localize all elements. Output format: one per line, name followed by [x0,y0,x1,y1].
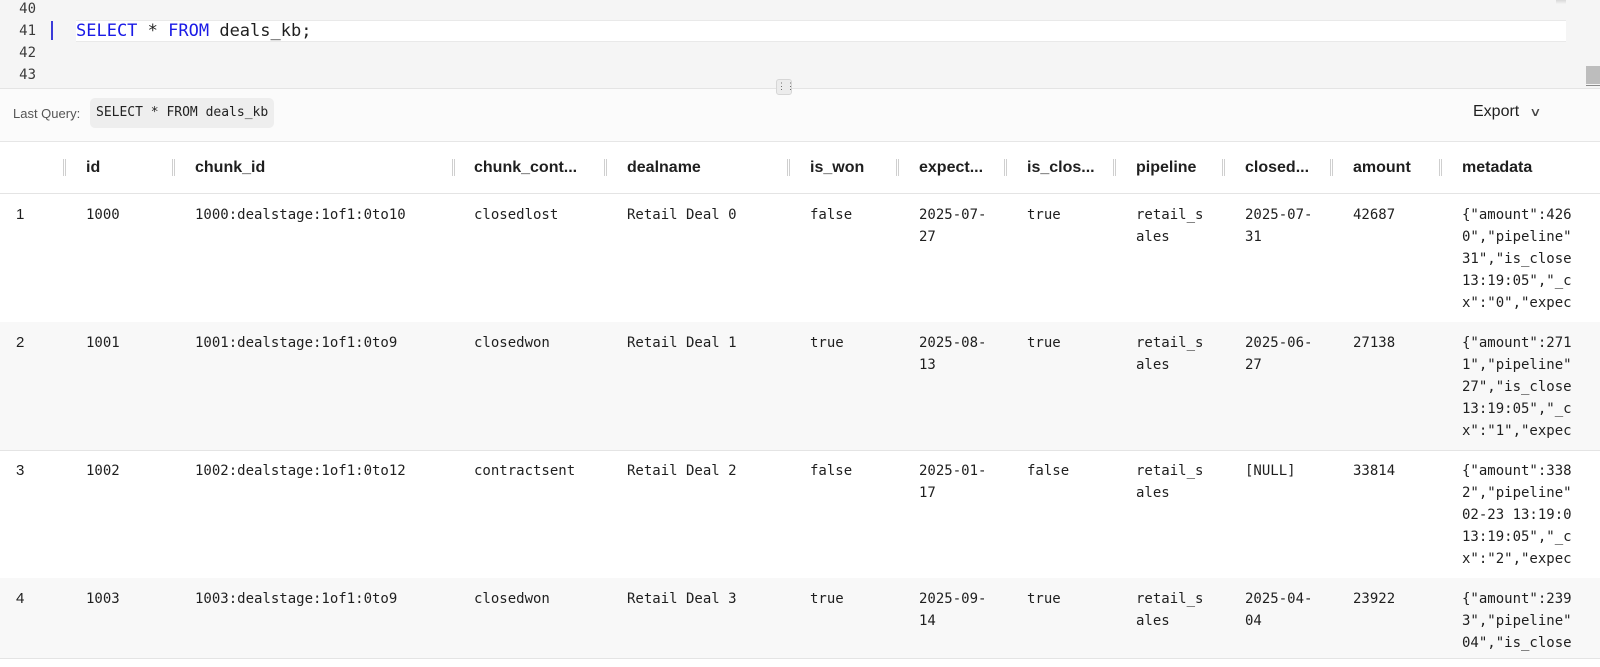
line-number: 40 [19,1,36,17]
cell-id[interactable]: 1000 [86,204,120,226]
table-row[interactable]: 4 1003 1003:dealstage:1of1:0to9 closedwo… [0,578,1600,659]
export-button[interactable]: Export ∨ [1473,103,1542,121]
line-number: 42 [19,45,36,61]
cell-is-won[interactable]: false [810,460,852,482]
last-query-bar: Last Query: SELECT * FROM deals_kb Expor… [0,89,1600,142]
cell-dealname[interactable]: Retail Deal 3 [627,588,737,610]
cell-chunk-content[interactable]: closedlost [474,204,558,226]
column-resize-handle[interactable] [1439,159,1442,176]
column-resize-handle[interactable] [1113,159,1116,176]
column-header-closed[interactable]: closed... [1245,142,1309,193]
column-resize-handle[interactable] [604,159,607,176]
cell-expected[interactable]: 2025-01- 17 [919,460,986,504]
cell-chunk-content[interactable]: closedwon [474,332,550,354]
cell-is-won[interactable]: true [810,588,844,610]
cell-id[interactable]: 1002 [86,460,120,482]
cell-metadata[interactable]: {"amount":426 0","pipeline" 31","is_clos… [1462,204,1572,314]
cell-metadata[interactable]: {"amount":338 2","pipeline" 02-23 13:19:… [1462,460,1572,570]
table-row[interactable]: 1 1000 1000:dealstage:1of1:0to10 closedl… [0,194,1600,323]
cell-expected[interactable]: 2025-09- 14 [919,588,986,632]
cell-chunk-content[interactable]: contractsent [474,460,575,482]
row-index: 2 [16,334,25,351]
cell-id[interactable]: 1001 [86,332,120,354]
editor-scrollbar-thumb[interactable] [1586,66,1600,84]
column-header-chunk-content[interactable]: chunk_cont... [474,142,577,193]
cell-is-won[interactable]: true [810,332,844,354]
cell-dealname[interactable]: Retail Deal 0 [627,204,737,226]
results-table: id chunk_id chunk_cont... dealname is_wo… [0,142,1600,667]
cell-chunk-id[interactable]: 1000:dealstage:1of1:0to10 [195,204,406,226]
cell-chunk-content[interactable]: closedwon [474,588,550,610]
table-row[interactable]: 2 1001 1001:dealstage:1of1:0to9 closedwo… [0,322,1600,451]
sql-editor[interactable]: 40 41 42 43 SELECT * FROM deals_kb; [0,0,1600,89]
cell-amount[interactable]: 27138 [1353,332,1395,354]
editor-scrollbar-marker [1586,85,1600,86]
code-area[interactable] [76,0,1556,88]
column-resize-handle[interactable] [1222,159,1225,176]
column-header-is-won[interactable]: is_won [810,142,864,193]
cell-amount[interactable]: 23922 [1353,588,1395,610]
cell-is-closed[interactable]: true [1027,332,1061,354]
row-index: 3 [16,462,25,479]
cell-metadata[interactable]: {"amount":271 1","pipeline" 27","is_clos… [1462,332,1572,442]
text-cursor [51,21,53,40]
table-header: id chunk_id chunk_cont... dealname is_wo… [0,142,1600,194]
column-header-amount[interactable]: amount [1353,142,1411,193]
column-resize-handle[interactable] [787,159,790,176]
cell-amount[interactable]: 33814 [1353,460,1395,482]
cell-metadata[interactable]: {"amount":239 3","pipeline" 04","is_clos… [1462,588,1572,654]
cell-closed[interactable]: 2025-06- 27 [1245,332,1312,376]
column-header-chunk-id[interactable]: chunk_id [195,142,265,193]
cell-chunk-id[interactable]: 1002:dealstage:1of1:0to12 [195,460,406,482]
column-resize-handle[interactable] [63,159,66,176]
last-query-label: Last Query: [13,106,81,121]
cell-expected[interactable]: 2025-08- 13 [919,332,986,376]
cell-pipeline[interactable]: retail_s ales [1136,460,1203,504]
column-header-is-closed[interactable]: is_clos... [1027,142,1095,193]
cell-chunk-id[interactable]: 1001:dealstage:1of1:0to9 [195,332,397,354]
cell-is-closed[interactable]: true [1027,204,1061,226]
cell-closed[interactable]: [NULL] [1245,460,1296,482]
row-index: 1 [16,206,25,223]
column-resize-handle[interactable] [1330,159,1333,176]
cell-dealname[interactable]: Retail Deal 2 [627,460,737,482]
column-resize-handle[interactable] [172,159,175,176]
cell-pipeline[interactable]: retail_s ales [1136,204,1203,248]
line-number-gutter: 40 41 42 43 [0,0,76,88]
row-index: 4 [16,590,25,607]
sql-keyword: FROM [168,21,210,41]
cell-expected[interactable]: 2025-07- 27 [919,204,986,248]
table-row[interactable]: 3 1002 1002:dealstage:1of1:0to12 contrac… [0,450,1600,579]
cell-closed[interactable]: 2025-04- 04 [1245,588,1312,632]
chevron-down-icon: ∨ [1529,105,1542,119]
column-header-id[interactable]: id [86,142,100,193]
column-header-dealname[interactable]: dealname [627,142,701,193]
cell-pipeline[interactable]: retail_s ales [1136,588,1203,632]
last-query-chip[interactable]: SELECT * FROM deals_kb [90,98,275,128]
cell-is-closed[interactable]: false [1027,460,1069,482]
column-resize-handle[interactable] [896,159,899,176]
drag-handle-icon[interactable]: ⋮⋮ [776,79,795,95]
cell-amount[interactable]: 42687 [1353,204,1395,226]
cell-id[interactable]: 1003 [86,588,120,610]
cell-chunk-id[interactable]: 1003:dealstage:1of1:0to9 [195,588,397,610]
column-header-metadata[interactable]: metadata [1462,142,1532,193]
column-resize-handle[interactable] [1004,159,1007,176]
column-header-pipeline[interactable]: pipeline [1136,142,1196,193]
code-line[interactable]: SELECT * FROM deals_kb; [76,20,311,42]
column-resize-handle[interactable] [452,159,455,176]
sql-operator: * [137,21,169,41]
cell-is-closed[interactable]: true [1027,588,1061,610]
export-label: Export [1473,103,1520,120]
column-header-expected[interactable]: expect... [919,142,983,193]
cell-closed[interactable]: 2025-07- 31 [1245,204,1312,248]
line-number: 41 [19,23,36,39]
line-number: 43 [19,67,36,83]
sql-table-name: deals_kb; [209,21,312,41]
cell-is-won[interactable]: false [810,204,852,226]
sql-keyword: SELECT [76,21,138,41]
cell-pipeline[interactable]: retail_s ales [1136,332,1203,376]
cell-dealname[interactable]: Retail Deal 1 [627,332,737,354]
